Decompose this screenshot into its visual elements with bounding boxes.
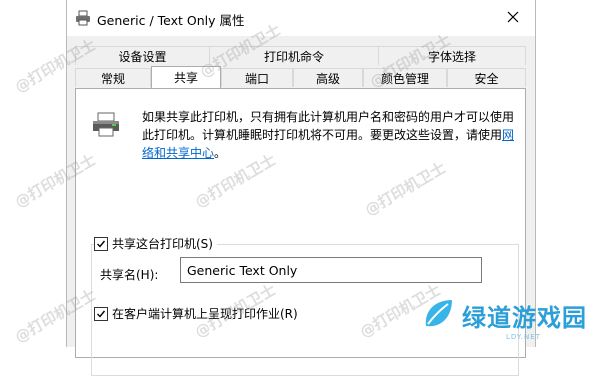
tab-sharing[interactable]: 共享 <box>151 66 221 88</box>
logo-text: 绿道游戏园 <box>462 304 587 332</box>
share-checkbox-box[interactable] <box>94 236 108 251</box>
tab-device-settings[interactable]: 设备设置 <box>75 46 210 65</box>
render-jobs-checkbox[interactable]: 在客户端计算机上呈现打印作业(R) <box>94 305 298 322</box>
render-checkbox-label: 在客户端计算机上呈现打印作业(R) <box>112 307 298 321</box>
title-bar: Generic / Text Only 属性 <box>67 0 535 36</box>
sharing-info-body: 如果共享此打印机，只有拥有此计算机用户名和密码的用户才可以使用此打印机。计算机睡… <box>142 110 515 142</box>
tab-ports[interactable]: 端口 <box>221 68 293 87</box>
window-title: Generic / Text Only 属性 <box>97 13 245 28</box>
sharing-info-suffix: 。 <box>214 146 227 160</box>
close-button[interactable] <box>491 0 535 36</box>
share-printer-checkbox[interactable]: 共享这台打印机(S) <box>94 235 217 252</box>
printer-icon <box>75 10 91 26</box>
sharing-info-text: 如果共享此打印机，只有拥有此计算机用户名和密码的用户才可以使用此打印机。计算机睡… <box>142 108 520 162</box>
share-name-field[interactable]: Generic Text Only <box>180 257 482 283</box>
render-checkbox-box[interactable] <box>94 306 108 321</box>
close-icon <box>507 11 519 26</box>
tab-row-1: 设备设置 打印机命令 字体选择 <box>75 46 526 66</box>
tab-security[interactable]: 安全 <box>447 68 526 87</box>
tab-general[interactable]: 常规 <box>75 68 151 87</box>
tab-row-2: 常规 共享 端口 高级 颜色管理 安全 <box>75 66 526 88</box>
properties-window: Generic / Text Only 属性 设备设置 打印机命令 字体选择 常… <box>66 0 536 376</box>
tab-printer-commands[interactable]: 打印机命令 <box>209 46 379 65</box>
logo-subtext: LDY.NET <box>506 333 541 341</box>
share-name-label: 共享名(H): <box>100 268 159 282</box>
tab-font-selection[interactable]: 字体选择 <box>378 46 526 65</box>
site-logo: 绿道游戏园 <box>420 296 587 335</box>
tab-advanced[interactable]: 高级 <box>293 68 363 87</box>
printer-share-icon <box>90 111 122 139</box>
share-checkbox-label: 共享这台打印机(S) <box>112 237 213 251</box>
tab-color-management[interactable]: 颜色管理 <box>363 68 447 87</box>
logo-leaf-icon <box>420 296 456 335</box>
